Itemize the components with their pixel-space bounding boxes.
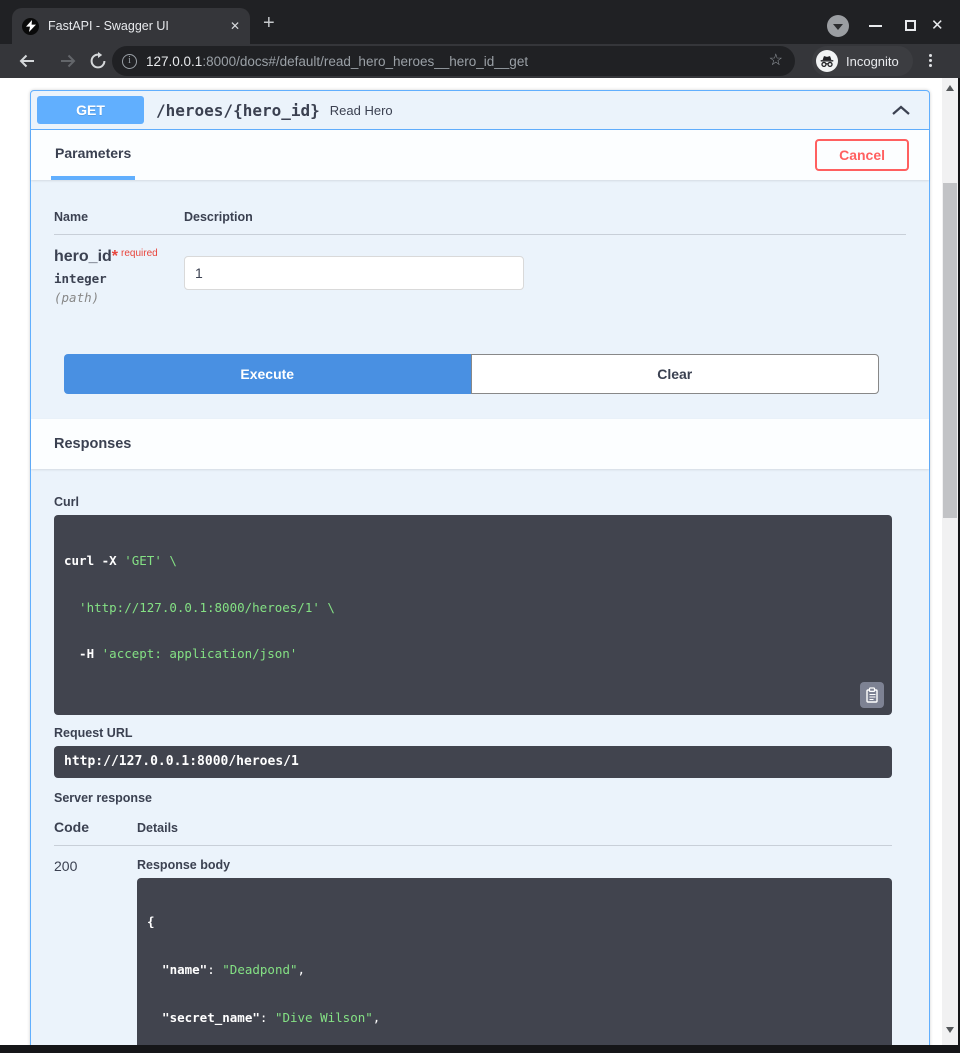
- parameter-value-cell: [184, 248, 906, 305]
- browser-window: FastAPI - Swagger UI ✕ + ✕ i 127.0.0.1:8…: [0, 0, 960, 1053]
- incognito-icon: [816, 50, 838, 72]
- column-name: Name: [54, 210, 184, 224]
- window-bottom-border: [0, 1045, 960, 1053]
- scrollbar-thumb[interactable]: [943, 183, 957, 518]
- collapse-chevron-icon[interactable]: [891, 105, 911, 116]
- parameters-section-header: Parameters Cancel: [31, 130, 929, 180]
- tab-search-caret-icon[interactable]: [827, 15, 849, 37]
- responses-section-header: Responses: [31, 419, 929, 469]
- back-icon[interactable]: [17, 51, 37, 76]
- parameter-row: hero_id*required integer (path): [54, 248, 906, 305]
- browser-menu-icon[interactable]: [929, 54, 932, 57]
- responses-title: Responses: [54, 436, 131, 452]
- curl-label: Curl: [54, 495, 892, 509]
- url-bar[interactable]: i 127.0.0.1:8000/docs#/default/read_hero…: [112, 46, 795, 76]
- column-details: Details: [137, 821, 892, 835]
- tab-parameters[interactable]: Parameters: [51, 130, 135, 180]
- method-badge: GET: [37, 96, 144, 124]
- live-response-details: Response body { "name": "Deadpond", "sec…: [137, 858, 892, 1045]
- browser-toolbar: i 127.0.0.1:8000/docs#/default/read_hero…: [0, 44, 960, 78]
- status-code: 200: [54, 858, 137, 1045]
- execute-button-group: Execute Clear: [64, 354, 879, 394]
- response-body-label: Response body: [137, 858, 892, 872]
- tab-title: FastAPI - Swagger UI: [48, 19, 224, 33]
- response-body-block: { "name": "Deadpond", "secret_name": "Di…: [137, 878, 892, 1045]
- opblock-get: GET /heroes/{hero_id} Read Hero Paramete…: [30, 90, 930, 1045]
- incognito-label: Incognito: [846, 54, 899, 69]
- column-code: Code: [54, 819, 137, 835]
- parameter-type: integer: [54, 271, 184, 286]
- scroll-down-icon[interactable]: [946, 1027, 954, 1033]
- url-host: 127.0.0.1: [146, 54, 202, 69]
- fastapi-favicon-icon: [22, 18, 39, 35]
- request-url-block: http://127.0.0.1:8000/heroes/1: [54, 746, 892, 778]
- url-text: 127.0.0.1:8000/docs#/default/read_hero_h…: [146, 54, 528, 69]
- curl-line: -H 'accept: application/json': [64, 646, 882, 662]
- window-minimize-button[interactable]: [869, 25, 882, 27]
- swagger-page: GET /heroes/{hero_id} Read Hero Paramete…: [0, 78, 942, 1045]
- column-description: Description: [184, 210, 906, 224]
- live-response-row: 200 Response body { "name": "Deadpond", …: [54, 858, 892, 1045]
- forward-icon[interactable]: [58, 51, 78, 76]
- execute-button[interactable]: Execute: [64, 354, 471, 394]
- window-maximize-button[interactable]: [905, 20, 916, 31]
- bookmark-star-icon[interactable]: ☆: [769, 51, 783, 71]
- server-response-label: Server response: [54, 791, 892, 805]
- hero-id-input[interactable]: [184, 256, 524, 290]
- parameter-name: hero_id*required: [54, 248, 184, 266]
- request-url-value: http://127.0.0.1:8000/heroes/1: [64, 754, 299, 770]
- new-tab-button[interactable]: +: [263, 13, 275, 33]
- tab-bar: FastAPI - Swagger UI ✕ + ✕: [0, 0, 960, 44]
- page-scrollbar[interactable]: [942, 78, 958, 1045]
- parameters-table-header: Name Description: [54, 210, 906, 235]
- request-url-label: Request URL: [54, 726, 892, 740]
- responses-body: Curl curl -X 'GET' \ 'http://127.0.0.1:8…: [31, 495, 929, 1045]
- reload-icon[interactable]: [89, 52, 107, 75]
- server-response-table-header: Code Details: [54, 819, 892, 846]
- url-path: :8000/docs#/default/read_hero_heroes__he…: [202, 54, 528, 69]
- endpoint-path: /heroes/{hero_id}: [156, 101, 320, 120]
- cancel-button[interactable]: Cancel: [815, 139, 909, 171]
- tab-close-icon[interactable]: ✕: [230, 19, 240, 33]
- browser-tab[interactable]: FastAPI - Swagger UI ✕: [12, 8, 250, 44]
- copy-curl-button[interactable]: [860, 682, 884, 708]
- parameter-meta: hero_id*required integer (path): [54, 248, 184, 305]
- scroll-up-icon[interactable]: [946, 85, 954, 91]
- required-star: *: [112, 248, 118, 265]
- curl-code-block: curl -X 'GET' \ 'http://127.0.0.1:8000/h…: [54, 515, 892, 715]
- window-close-button[interactable]: ✕: [931, 16, 944, 34]
- clear-button[interactable]: Clear: [471, 354, 880, 394]
- curl-line: 'http://127.0.0.1:8000/heroes/1' \: [64, 600, 882, 616]
- endpoint-summary: Read Hero: [330, 103, 393, 118]
- curl-line: curl -X 'GET' \: [64, 553, 882, 569]
- incognito-badge: Incognito: [812, 46, 913, 76]
- opblock-summary[interactable]: GET /heroes/{hero_id} Read Hero: [31, 91, 929, 130]
- site-info-icon[interactable]: i: [122, 54, 137, 69]
- parameter-location: (path): [54, 290, 184, 305]
- required-label: required: [121, 248, 158, 259]
